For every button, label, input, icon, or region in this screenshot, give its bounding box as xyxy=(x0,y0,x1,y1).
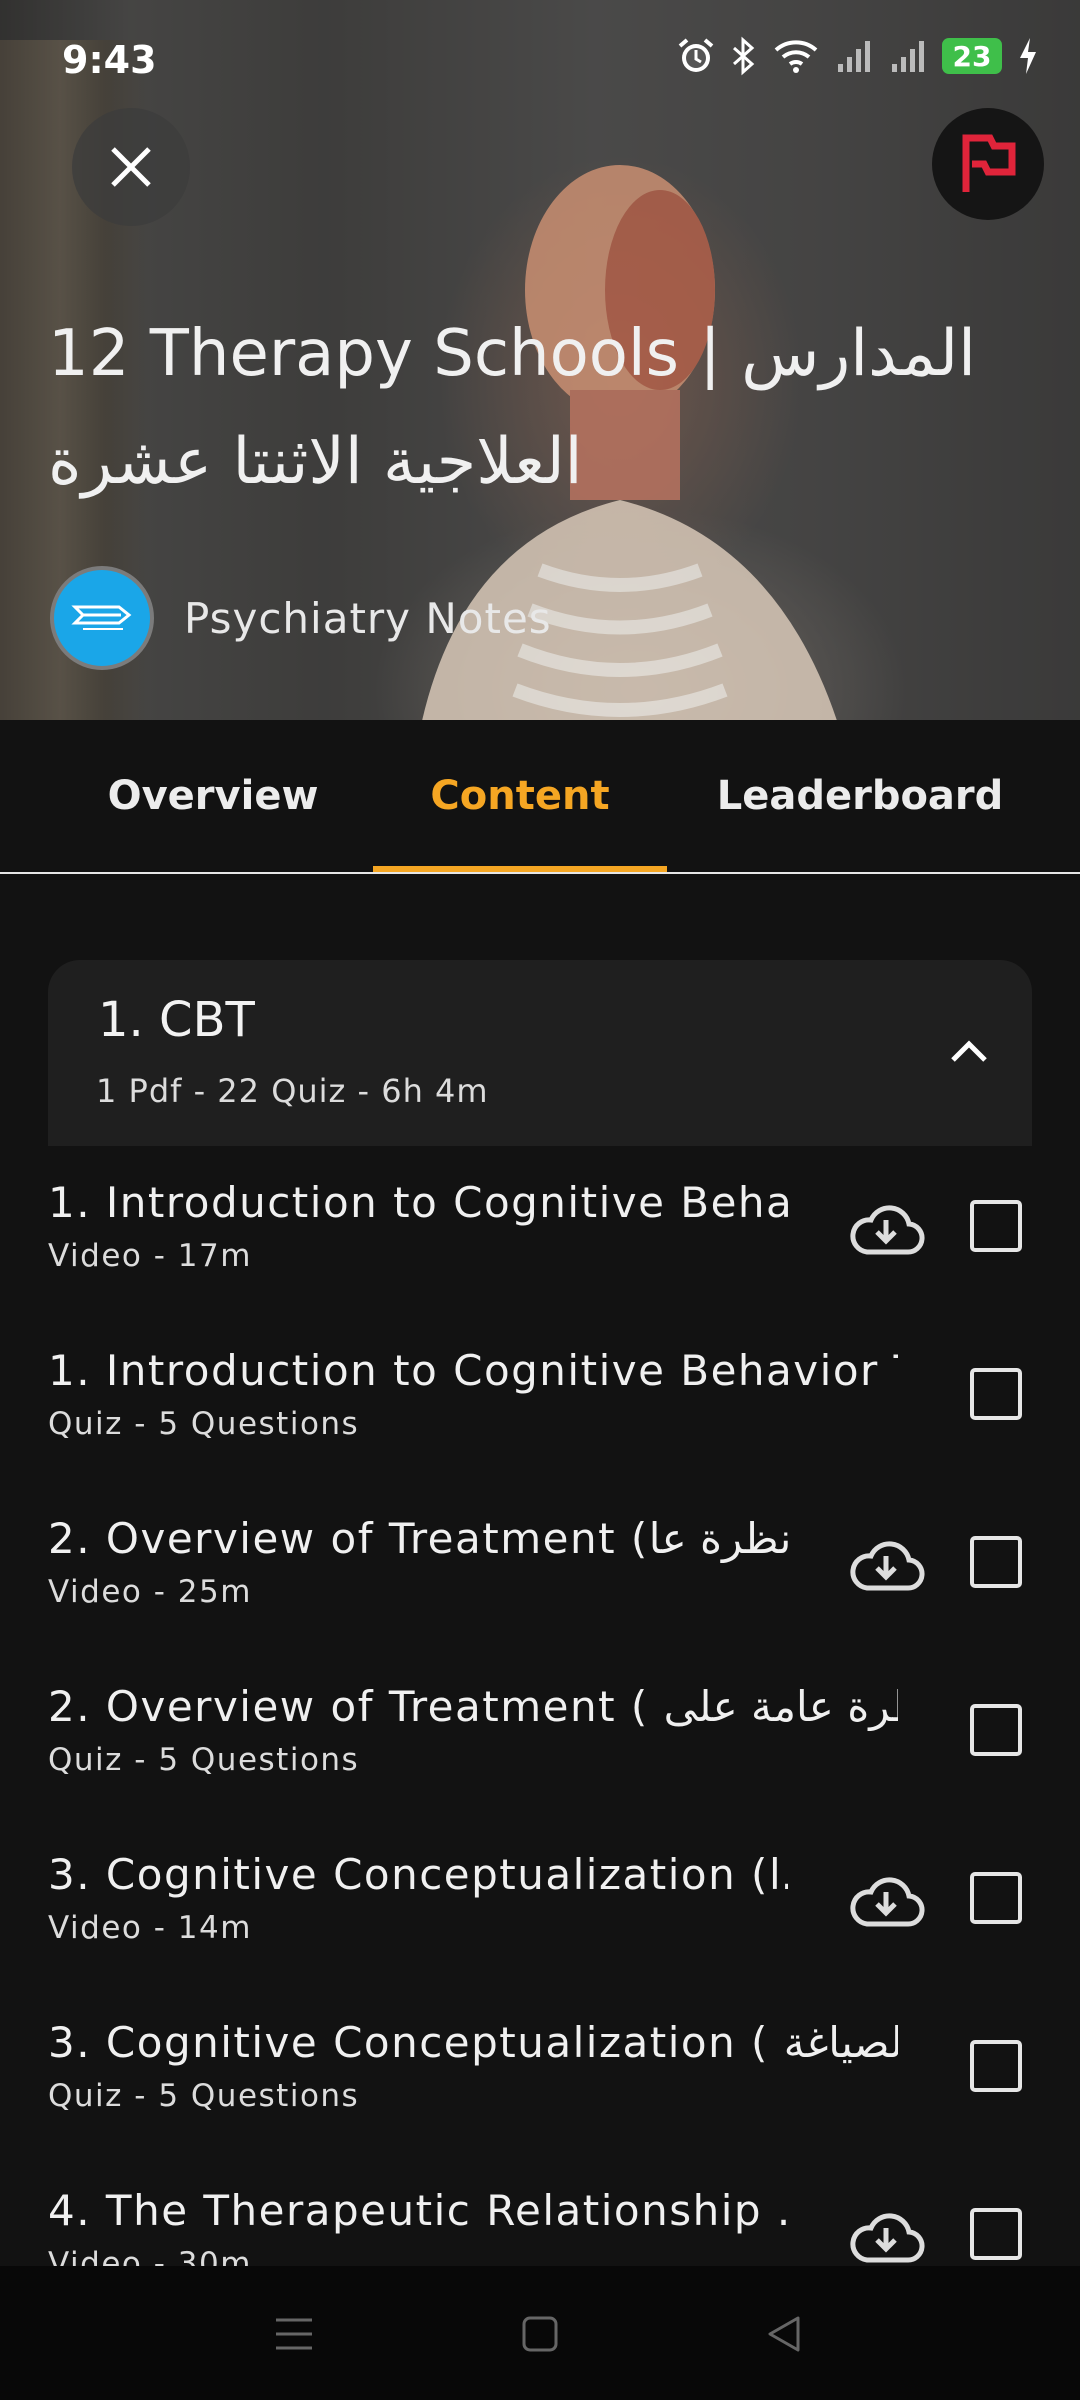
lesson-title: 2. Overview of Treatment (نظرة عا... xyxy=(48,1514,788,1563)
flag-icon xyxy=(962,134,1016,192)
lesson-item[interactable]: 4. The Therapeutic Relationship ... Vide… xyxy=(0,2154,1080,2266)
author-logo-icon xyxy=(71,605,132,630)
nav-back-button[interactable] xyxy=(746,2296,822,2372)
lesson-item[interactable]: 3. Cognitive Conceptualization (ا... Vid… xyxy=(0,1818,1080,1986)
lesson-item[interactable]: 2. Overview of Treatment ( نظرة عامة على… xyxy=(0,1650,1080,1818)
cloud-download-icon xyxy=(850,2213,925,2263)
tab-leaderboard[interactable]: Leaderboard xyxy=(700,720,1020,872)
cloud-download-icon xyxy=(850,1541,925,1591)
completion-checkbox[interactable] xyxy=(970,1368,1022,1420)
bluetooth-icon xyxy=(733,36,755,76)
alarm-icon xyxy=(678,38,714,72)
lesson-meta: Video - 30m xyxy=(48,2246,252,2266)
tab-content[interactable]: Content xyxy=(373,720,667,872)
lesson-title: 2. Overview of Treatment ( نظرة عامة على… xyxy=(48,1682,898,1731)
lesson-title: 3. Cognitive Conceptualization (ا... xyxy=(48,1850,788,1899)
completion-checkbox[interactable] xyxy=(970,1872,1022,1924)
lesson-list: 1. Introduction to Cognitive Beha... Vid… xyxy=(0,1146,1080,2266)
lesson-title: 3. Cognitive Conceptualization ( الصياغة… xyxy=(48,2018,898,2067)
cloud-download-icon xyxy=(850,1205,925,1255)
signal-2-icon xyxy=(892,41,924,72)
download-button[interactable] xyxy=(846,2206,926,2266)
lesson-meta: Quiz - 5 Questions xyxy=(48,2078,360,2114)
lesson-meta: Quiz - 5 Questions xyxy=(48,1742,360,1778)
nav-home-button[interactable] xyxy=(502,2296,578,2372)
back-triangle-icon xyxy=(768,2316,800,2352)
lesson-meta: Video - 25m xyxy=(48,1574,252,1610)
download-button[interactable] xyxy=(846,1534,926,1598)
close-button[interactable] xyxy=(72,108,190,226)
section-header[interactable]: 1. CBT 1 Pdf - 22 Quiz - 6h 4m xyxy=(48,960,1032,1146)
download-button[interactable] xyxy=(846,1870,926,1934)
battery-level: 23 xyxy=(942,38,1002,74)
wifi-icon xyxy=(774,40,818,73)
tab-overview[interactable]: Overview xyxy=(60,720,366,872)
section-meta: 1 Pdf - 22 Quiz - 6h 4m xyxy=(96,1072,489,1110)
menu-icon xyxy=(276,2318,312,2350)
cloud-download-icon xyxy=(850,1877,925,1927)
collapse-section-button[interactable] xyxy=(944,1026,994,1076)
lesson-meta: Video - 17m xyxy=(48,1238,252,1274)
completion-checkbox[interactable] xyxy=(970,2040,1022,2092)
lesson-item[interactable]: 3. Cognitive Conceptualization ( الصياغة… xyxy=(0,1986,1080,2154)
lesson-title: 1. Introduction to Cognitive Beha... xyxy=(48,1178,788,1227)
system-nav-bar xyxy=(0,2266,1080,2400)
author-avatar xyxy=(50,566,154,670)
completion-checkbox[interactable] xyxy=(970,1704,1022,1756)
author-name: Psychiatry Notes xyxy=(184,593,552,643)
report-flag-button[interactable] xyxy=(932,108,1044,220)
charging-icon xyxy=(1020,38,1036,74)
status-bar: 9:43 23 xyxy=(0,0,1080,120)
course-tabs: Overview Content Leaderboard xyxy=(0,720,1080,874)
lesson-title: 1. Introduction to Cognitive Behavior T.… xyxy=(48,1346,898,1395)
close-icon xyxy=(111,147,151,187)
lesson-item[interactable]: 1. Introduction to Cognitive Behavior T.… xyxy=(0,1314,1080,1482)
lesson-item[interactable]: 2. Overview of Treatment (نظرة عا... Vid… xyxy=(0,1482,1080,1650)
tab-divider xyxy=(0,872,1080,874)
section-title: 1. CBT xyxy=(98,992,255,1048)
status-time: 9:43 xyxy=(62,38,157,82)
download-button[interactable] xyxy=(846,1198,926,1262)
lesson-item[interactable]: 1. Introduction to Cognitive Beha... Vid… xyxy=(0,1146,1080,1314)
completion-checkbox[interactable] xyxy=(970,1200,1022,1252)
chevron-up-icon xyxy=(951,1040,987,1062)
course-title: 12 Therapy Schools | المدارس العلاجية ال… xyxy=(48,317,976,499)
lesson-meta: Quiz - 5 Questions xyxy=(48,1406,360,1442)
lesson-meta: Video - 14m xyxy=(48,1910,252,1946)
lesson-title: 4. The Therapeutic Relationship ... xyxy=(48,2186,788,2235)
status-icons: 23 xyxy=(676,36,1040,76)
completion-checkbox[interactable] xyxy=(970,2208,1022,2260)
signal-1-icon xyxy=(838,41,870,72)
course-author[interactable]: Psychiatry Notes xyxy=(50,566,552,670)
home-square-icon xyxy=(522,2316,558,2352)
completion-checkbox[interactable] xyxy=(970,1536,1022,1588)
nav-menu-button[interactable] xyxy=(256,2296,332,2372)
